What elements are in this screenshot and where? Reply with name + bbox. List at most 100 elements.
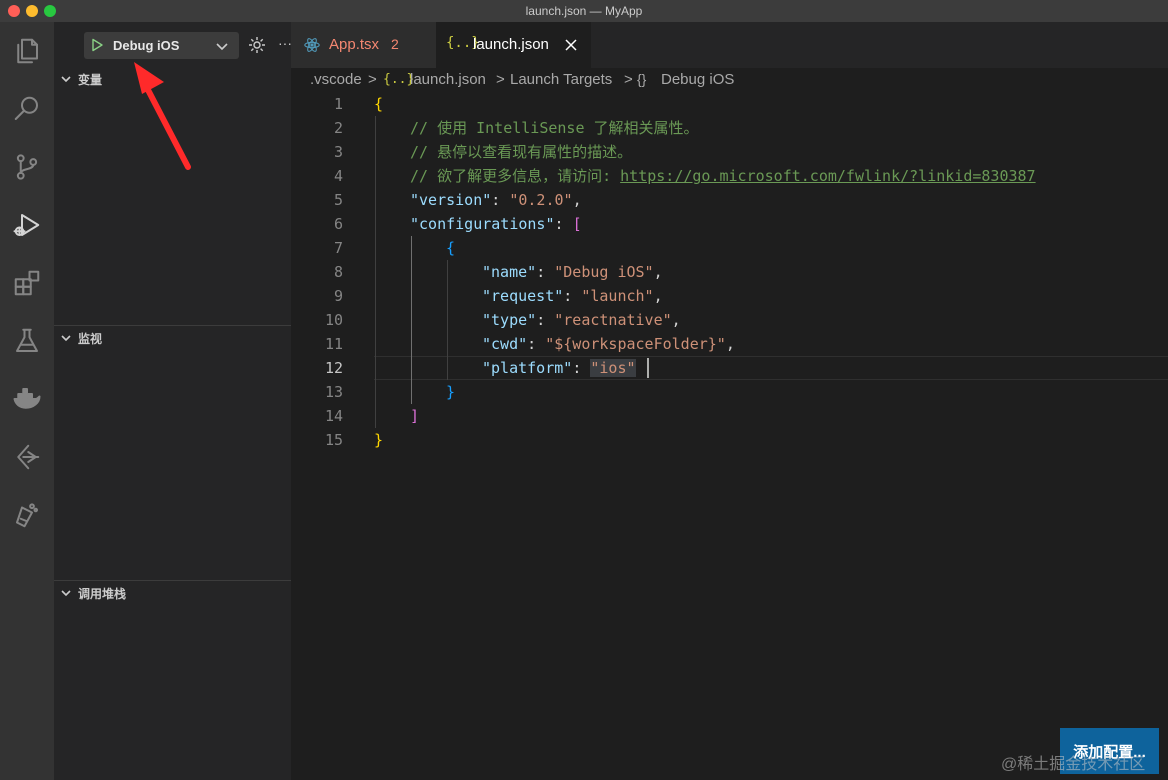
line-number: 6	[333, 215, 343, 233]
chevron-down-icon	[54, 582, 78, 604]
tab-launch-json[interactable]: {..} launch.json	[436, 22, 591, 68]
comment: // 悬停以查看现有属性的描述。	[410, 143, 633, 161]
comment: // 使用 IntelliSense 了解相关属性。	[410, 119, 699, 137]
line-number: 9	[333, 287, 343, 305]
line-number: 4	[333, 167, 343, 185]
breadcrumb-folder[interactable]: .vscode	[310, 71, 362, 88]
code-line: "type": "reactnative",	[482, 311, 681, 329]
indent-guide	[411, 236, 412, 404]
json-key: "cwd"	[482, 335, 528, 353]
tab-label: App.tsx	[329, 36, 380, 53]
breadcrumb-separator: >	[624, 71, 633, 88]
json-value: "0.2.0"	[509, 191, 573, 209]
extensions-icon[interactable]	[6, 262, 48, 304]
section-title: 变量	[78, 72, 103, 87]
code-line: }	[374, 428, 383, 452]
docker-icon[interactable]	[6, 378, 48, 420]
watch-section-header[interactable]: 监视	[54, 327, 291, 349]
json-key: "type"	[482, 311, 537, 329]
breadcrumb-separator: >	[496, 71, 505, 88]
json-key: "version"	[410, 191, 492, 209]
run-debug-icon[interactable]	[6, 204, 48, 246]
brace: {	[374, 95, 384, 113]
react-icon	[304, 38, 320, 52]
chevron-down-icon	[54, 327, 78, 349]
line-number: 13	[324, 383, 343, 401]
code-line: }	[446, 380, 455, 404]
json-value-selected: "ios"	[590, 359, 636, 377]
debug-config-label: Debug iOS	[113, 38, 180, 53]
tab-app-tsx[interactable]: App.tsx 2	[291, 22, 436, 68]
code-line: "version": "0.2.0",	[410, 191, 582, 209]
line-number: 1	[333, 95, 343, 113]
section-title: 调用堆栈	[78, 586, 127, 601]
flask-icon[interactable]	[6, 494, 48, 536]
files-icon[interactable]	[6, 30, 48, 72]
json-key: "request"	[482, 287, 564, 305]
testing-icon[interactable]	[6, 320, 48, 362]
line-number: 8	[333, 263, 343, 281]
play-icon[interactable]	[89, 37, 105, 53]
bracket: [	[572, 215, 582, 233]
breadcrumb-separator: >	[368, 71, 377, 88]
watermark: @稀土掘金技术社区	[1001, 756, 1146, 773]
code-line-current: "platform": "ios"	[482, 359, 636, 377]
chevron-down-icon	[54, 68, 78, 90]
code-line: // 悬停以查看现有属性的描述。	[410, 140, 632, 164]
code-line: "cwd": "${workspaceFolder}",	[482, 335, 735, 353]
indent-guide	[447, 260, 448, 380]
window-title: launch.json — MyApp	[525, 4, 643, 18]
breadcrumb: .vscode > {..} launch.json > Launch Targ…	[291, 68, 1168, 92]
activity-bar	[0, 22, 54, 780]
json-value: "${workspaceFolder}"	[545, 335, 726, 353]
code-line: // 欲了解更多信息，请访问: https://go.microsoft.com…	[410, 164, 1036, 188]
json-value: "launch"	[581, 287, 654, 305]
bracket: ]	[410, 407, 420, 425]
tab-bar: App.tsx 2 {..} launch.json	[291, 22, 1168, 68]
line-number: 5	[333, 191, 343, 209]
brace: {	[446, 239, 456, 257]
more-actions-icon[interactable]: ···	[278, 35, 291, 55]
tab-label: launch.json	[473, 36, 549, 53]
object-icon: {}	[637, 71, 647, 87]
breadcrumb-file[interactable]: launch.json	[410, 71, 486, 88]
line-number: 10	[324, 311, 343, 329]
code-line: "request": "launch",	[482, 287, 663, 305]
remote-explorer-icon[interactable]	[6, 436, 48, 478]
search-icon[interactable]	[6, 88, 48, 130]
text-cursor	[647, 358, 649, 378]
line-number: 7	[333, 239, 343, 257]
indent-guide	[375, 116, 376, 428]
source-control-icon[interactable]	[6, 146, 48, 188]
breadcrumb-debug-ios[interactable]: Debug iOS	[661, 71, 734, 88]
annotation-arrow	[134, 62, 191, 170]
call-stack-section-header[interactable]: 调用堆栈	[54, 582, 291, 604]
docs-link[interactable]: https://go.microsoft.com/fwlink/?linkid=…	[620, 167, 1035, 185]
code-line: "name": "Debug iOS",	[482, 263, 663, 281]
chevron-down-icon[interactable]	[215, 39, 229, 53]
brace: }	[374, 431, 384, 449]
line-number: 14	[324, 407, 343, 425]
json-key: "name"	[482, 263, 537, 281]
json-value: "Debug iOS"	[554, 263, 654, 281]
code-line: // 使用 IntelliSense 了解相关属性。	[410, 116, 699, 140]
section-divider	[54, 325, 291, 326]
comment: // 欲了解更多信息，请访问:	[410, 167, 621, 185]
close-icon[interactable]	[564, 38, 578, 52]
json-key: "configurations"	[410, 215, 555, 233]
line-number: 15	[324, 431, 343, 449]
title-bar: launch.json — MyApp	[0, 0, 1168, 22]
code-line: ]	[410, 404, 419, 428]
json-key: "platform"	[482, 359, 573, 377]
breadcrumb-launch-targets[interactable]: Launch Targets	[510, 71, 612, 88]
code-line: {	[374, 92, 383, 116]
code-line: {	[446, 236, 455, 260]
code-editor[interactable]: 1 2 3 4 5 6 7 8 9 10 11 12 13 14 15 { //…	[291, 92, 1168, 780]
brace: }	[446, 383, 456, 401]
section-title: 监视	[78, 331, 103, 346]
line-number-current: 12	[324, 359, 343, 377]
line-number: 11	[324, 335, 343, 353]
gear-icon[interactable]	[247, 35, 267, 55]
line-number: 3	[333, 143, 343, 161]
section-divider	[54, 580, 291, 581]
